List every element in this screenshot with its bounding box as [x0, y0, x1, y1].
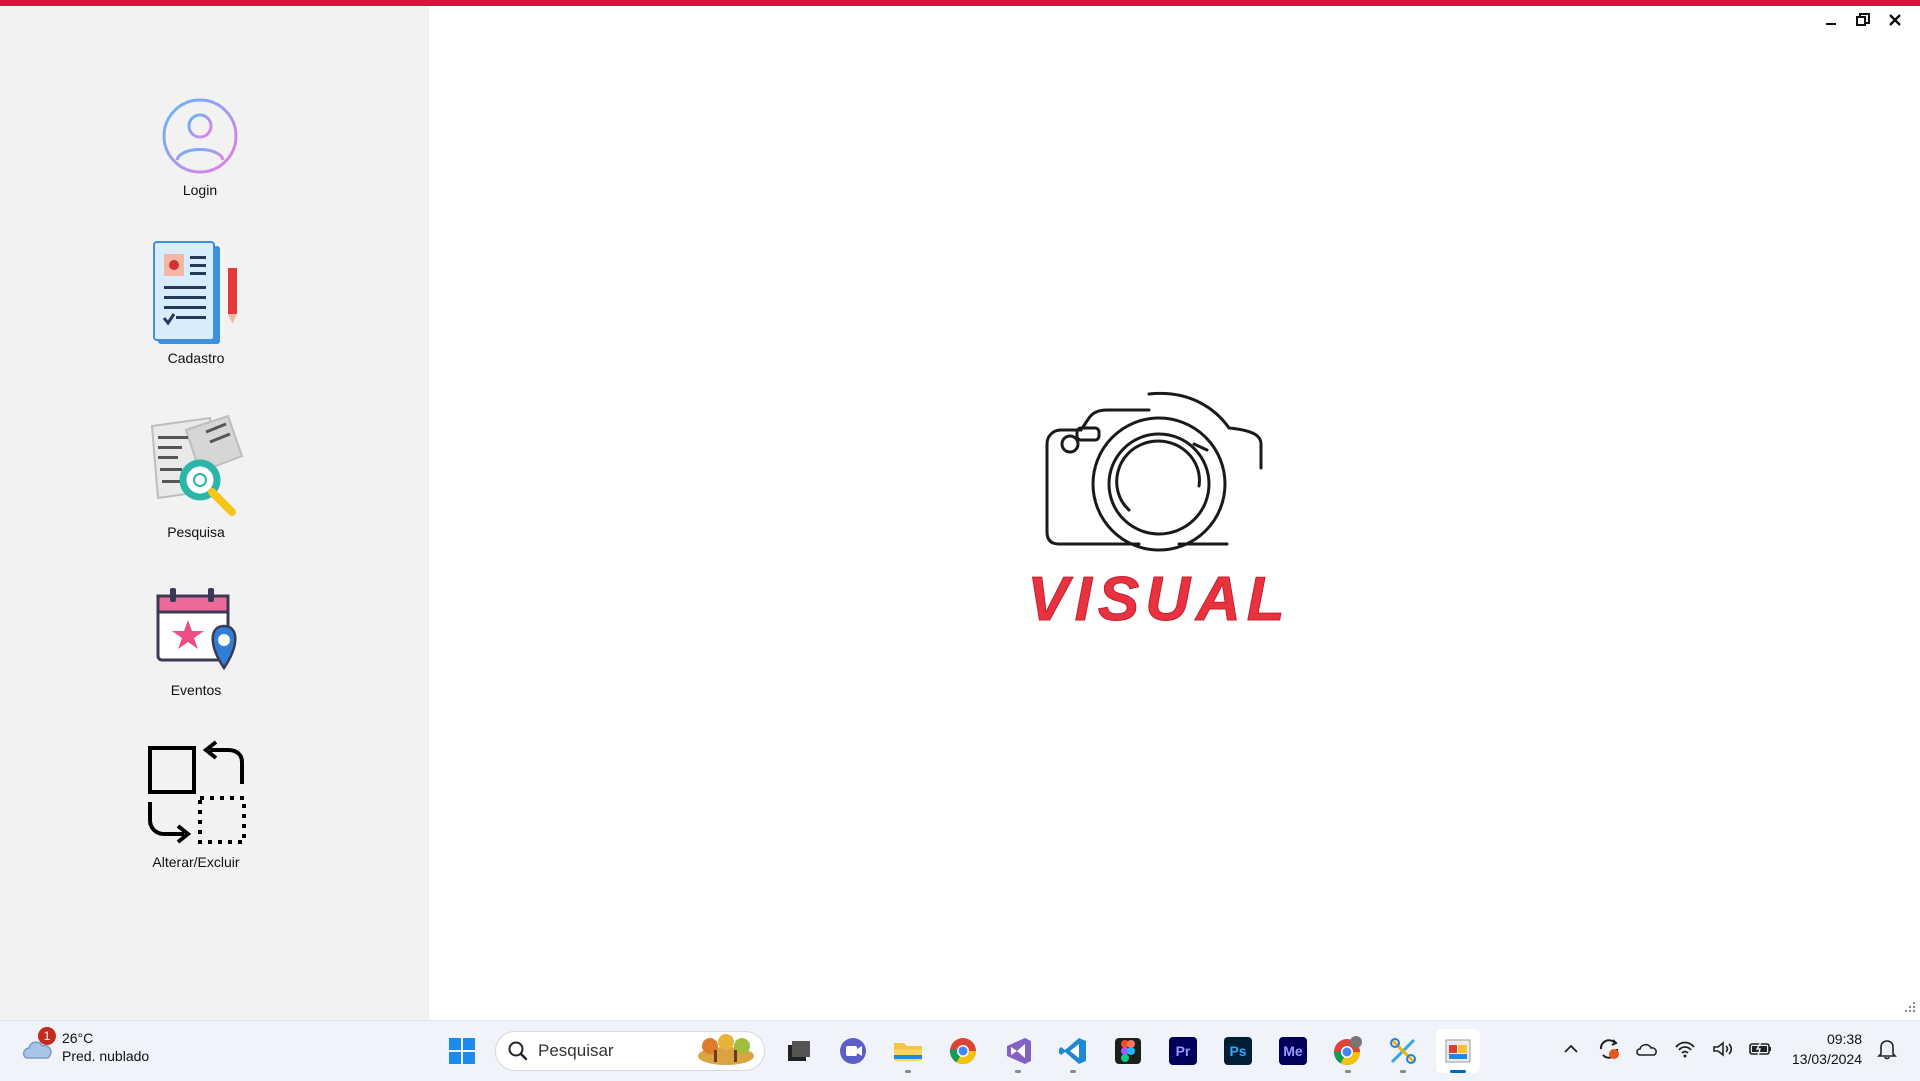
snipping-icon[interactable] [1381, 1029, 1425, 1073]
visual-logo: VISUAL [989, 384, 1329, 644]
taskbar: 1 26°C Pred. nublado Pesquisar Pr Ps Me … [0, 1020, 1920, 1081]
sidebar-item-label: Alterar/Excluir [152, 854, 240, 870]
clock[interactable]: 09:38 13/03/2024 [1792, 1029, 1862, 1069]
file-manager-icon[interactable] [776, 1029, 820, 1073]
sidebar-item-alterar-excluir[interactable]: Alterar/Excluir [146, 740, 246, 870]
taskbar-apps: Pesquisar Pr Ps Me [440, 1029, 1480, 1073]
document-search-icon [150, 414, 244, 516]
sidebar-item-label: Pesquisa [167, 524, 225, 540]
visual-studio-icon[interactable] [996, 1029, 1040, 1073]
logo-text: VISUAL [1027, 565, 1290, 634]
swap-edit-icon [148, 740, 246, 844]
volume-icon[interactable] [1710, 1036, 1736, 1062]
chevron-up-icon[interactable] [1558, 1036, 1584, 1062]
sidebar-item-cadastro[interactable]: Cadastro [146, 238, 246, 366]
app-window-icon[interactable] [1436, 1029, 1480, 1073]
battery-charging-icon[interactable] [1748, 1036, 1774, 1062]
notification-badge: 1 [38, 1027, 56, 1045]
search-icon [508, 1041, 528, 1061]
app-window: Login Cadastro Pesquisa Eventos Alterar/… [0, 0, 1920, 1020]
sync-icon[interactable] [1596, 1036, 1622, 1062]
main-content: VISUAL [429, 6, 1920, 1020]
chrome-icon[interactable] [941, 1029, 985, 1073]
sidebar: Login Cadastro Pesquisa Eventos Alterar/… [0, 6, 429, 1020]
search-highlight-icon [698, 1034, 754, 1065]
media-encoder-icon[interactable]: Me [1271, 1029, 1315, 1073]
photoshop-icon[interactable]: Ps [1216, 1029, 1260, 1073]
onedrive-cloud-icon[interactable] [1634, 1036, 1660, 1062]
sidebar-item-label: Eventos [170, 682, 222, 698]
sidebar-item-login[interactable]: Login [150, 96, 250, 198]
camera-outline-icon [1045, 391, 1263, 552]
vscode-icon[interactable] [1051, 1029, 1095, 1073]
windows-start-icon[interactable] [440, 1029, 484, 1073]
photoshop-label: Ps [1224, 1037, 1252, 1065]
clock-time: 09:38 [1826, 1031, 1862, 1047]
registration-form-icon [153, 241, 237, 344]
meet-icon[interactable] [831, 1029, 875, 1073]
wifi-icon[interactable] [1672, 1036, 1698, 1062]
system-tray: 09:38 13/03/2024 [1558, 1029, 1900, 1069]
user-circle-icon [162, 98, 238, 174]
weather-widget[interactable]: 1 26°C Pred. nublado [20, 1027, 150, 1065]
sidebar-item-label: Cadastro [167, 350, 225, 366]
premiere-icon[interactable]: Pr [1161, 1029, 1205, 1073]
notification-bell-icon[interactable] [1874, 1036, 1900, 1062]
media-encoder-label: Me [1279, 1037, 1307, 1065]
search-input[interactable]: Pesquisar [495, 1031, 765, 1071]
weather-temperature: 26°C [62, 1030, 94, 1046]
calendar-location-icon [156, 588, 237, 671]
premiere-label: Pr [1169, 1037, 1197, 1065]
figma-icon[interactable] [1106, 1029, 1150, 1073]
search-placeholder: Pesquisar [538, 1041, 614, 1060]
folder-icon[interactable] [886, 1029, 930, 1073]
resize-grip-icon[interactable] [1902, 999, 1916, 1018]
clock-date: 13/03/2024 [1791, 1051, 1862, 1067]
weather-description: Pred. nublado [62, 1048, 150, 1064]
sidebar-item-label: Login [182, 182, 218, 198]
sidebar-item-pesquisa[interactable]: Pesquisa [146, 412, 246, 540]
sidebar-item-eventos[interactable]: Eventos [146, 586, 246, 698]
chrome-profile-icon[interactable] [1326, 1029, 1370, 1073]
